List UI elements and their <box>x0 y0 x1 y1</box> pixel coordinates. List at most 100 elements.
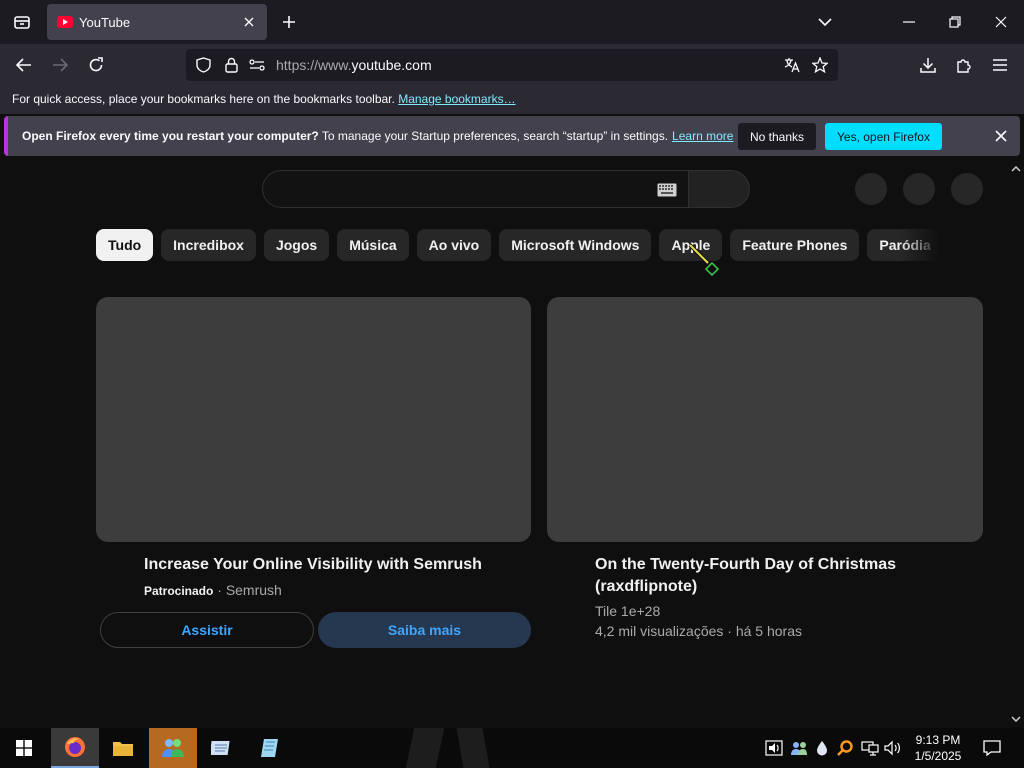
reload-icon <box>89 57 103 72</box>
url-domain: youtube.com <box>351 57 432 73</box>
youtube-page: Tudo Incredibox Jogos Música Ao vivo Microsof… <box>0 160 1024 728</box>
water-drop-icon[interactable] <box>813 738 831 758</box>
notepad-icon <box>211 741 230 755</box>
ad-meta: Patrocinado · Semrush <box>144 582 282 598</box>
address-bar[interactable]: https://www.youtube.com <box>186 49 838 81</box>
avatar[interactable] <box>951 173 983 205</box>
start-button[interactable] <box>0 728 48 768</box>
video-channel[interactable]: Tile 1e+28 <box>595 603 660 619</box>
filter-chip[interactable]: Tudo <box>96 229 154 261</box>
create-button-placeholder[interactable] <box>855 173 887 205</box>
back-button[interactable] <box>10 51 38 79</box>
search-magnifier-icon[interactable] <box>836 738 854 758</box>
url-prefix: https://www. <box>276 57 352 73</box>
tracking-protection-shield-icon[interactable] <box>195 57 211 73</box>
video-thumbnail[interactable] <box>547 297 983 542</box>
bookmark-star-icon[interactable] <box>812 57 828 73</box>
ad-channel[interactable]: Semrush <box>226 582 282 598</box>
filter-chip[interactable]: Incredibox <box>161 229 256 261</box>
minimize-icon <box>903 21 915 23</box>
translate-icon[interactable] <box>784 57 800 73</box>
forward-button[interactable] <box>46 51 74 79</box>
clock-time: 9:13 PM <box>915 733 961 747</box>
tab-list-icon <box>14 16 30 29</box>
search-input[interactable] <box>262 170 696 208</box>
notification-message: Open Firefox every time you restart your… <box>22 129 733 143</box>
close-window-button[interactable] <box>978 0 1024 44</box>
close-tab-icon[interactable] <box>239 12 259 32</box>
taskbar-file-explorer[interactable] <box>99 728 147 768</box>
taskbar-people-app[interactable] <box>149 728 197 768</box>
filter-chip[interactable]: Música <box>337 229 409 261</box>
list-all-tabs-button[interactable] <box>0 0 44 44</box>
learn-more-button[interactable]: Saiba mais <box>318 612 531 648</box>
new-tab-button[interactable] <box>277 10 301 34</box>
chevron-down-icon <box>818 17 832 26</box>
filter-chip[interactable]: Ao vivo <box>416 229 492 261</box>
link-select-cursor-icon <box>688 243 721 278</box>
taskbar-clock[interactable]: 9:13 PM 1/5/2025 <box>906 732 970 764</box>
learn-more-link[interactable]: Learn more <box>672 129 733 143</box>
watch-button[interactable]: Assistir <box>100 612 314 648</box>
app-menu-button[interactable] <box>986 51 1014 79</box>
search-button[interactable] <box>688 170 750 208</box>
reload-button[interactable] <box>82 51 110 79</box>
notification-body-text: To manage your Startup preferences, sear… <box>321 129 669 143</box>
volume-icon[interactable] <box>884 738 902 758</box>
tab-overflow-button[interactable] <box>802 0 848 44</box>
notification-bold-text: Open Firefox every time you restart your… <box>22 129 319 143</box>
close-notification-icon[interactable] <box>992 127 1010 145</box>
lock-icon[interactable] <box>223 57 239 73</box>
taskbar-notes-app[interactable] <box>198 728 246 768</box>
scroll-up-arrow-icon[interactable] <box>1010 164 1022 174</box>
url-text[interactable]: https://www.youtube.com <box>276 57 432 73</box>
manage-bookmarks-link[interactable]: Manage bookmarks… <box>398 92 515 106</box>
firefox-icon <box>65 737 85 757</box>
scroll-down-arrow-icon[interactable] <box>1010 714 1022 724</box>
wallpaper-shape <box>456 728 490 768</box>
default-browser-notification: Open Firefox every time you restart your… <box>4 116 1020 156</box>
filter-chips-bar: Tudo Incredibox Jogos Música Ao vivo Microsof… <box>96 229 938 261</box>
video-title-line2: (raxdflipnote) <box>595 578 698 595</box>
filter-chip[interactable]: Microsoft Windows <box>499 229 652 261</box>
arrow-left-icon <box>16 58 31 72</box>
action-center-icon[interactable] <box>982 738 1002 758</box>
narrator-icon[interactable] <box>765 738 783 758</box>
filter-chip[interactable]: Feature Phones <box>730 229 860 261</box>
video-title-line1: On the Twenty-Fourth Day of Christmas <box>595 556 897 573</box>
folder-icon <box>113 742 133 756</box>
puzzle-icon <box>957 59 971 73</box>
notifications-button-placeholder[interactable] <box>903 173 935 205</box>
ad-title[interactable]: Increase Your Online Visibility with Sem… <box>144 554 482 576</box>
close-icon <box>995 16 1007 28</box>
ad-thumbnail[interactable] <box>96 297 531 542</box>
hamburger-menu-icon <box>993 59 1007 71</box>
navigation-toolbar: https://www.youtube.com <box>0 44 1024 86</box>
windows-logo-icon <box>16 740 32 756</box>
extensions-button[interactable] <box>950 51 978 79</box>
no-thanks-button[interactable]: No thanks <box>738 123 817 150</box>
keyboard-icon[interactable] <box>657 183 677 197</box>
taskbar-firefox[interactable] <box>51 728 99 768</box>
minimize-button[interactable] <box>886 0 932 44</box>
network-icon[interactable] <box>861 738 879 758</box>
chips-fade-overlay <box>900 229 940 261</box>
filter-chip[interactable]: Jogos <box>263 229 330 261</box>
windows-taskbar: 9:13 PM 1/5/2025 <box>0 728 1024 768</box>
users-tray-icon[interactable] <box>790 738 808 758</box>
restore-button[interactable] <box>932 0 978 44</box>
yes-open-firefox-button[interactable]: Yes, open Firefox <box>825 123 942 150</box>
bookmarks-hint-text: For quick access, place your bookmarks h… <box>12 92 395 106</box>
sponsored-label: Patrocinado <box>144 584 214 598</box>
people-icon <box>162 739 184 757</box>
wallpaper-shape <box>405 728 445 768</box>
document-icon <box>261 739 278 757</box>
bookmarks-toolbar: For quick access, place your bookmarks h… <box>0 86 1024 114</box>
taskbar-paper-app[interactable] <box>246 728 294 768</box>
tab-title: YouTube <box>79 14 131 30</box>
downloads-button[interactable] <box>914 51 942 79</box>
clock-date: 1/5/2025 <box>914 749 962 763</box>
video-title[interactable]: On the Twenty-Fourth Day of Christmas (r… <box>595 554 896 598</box>
tab-youtube[interactable]: YouTube <box>47 4 267 40</box>
site-permissions-icon[interactable] <box>249 57 265 73</box>
